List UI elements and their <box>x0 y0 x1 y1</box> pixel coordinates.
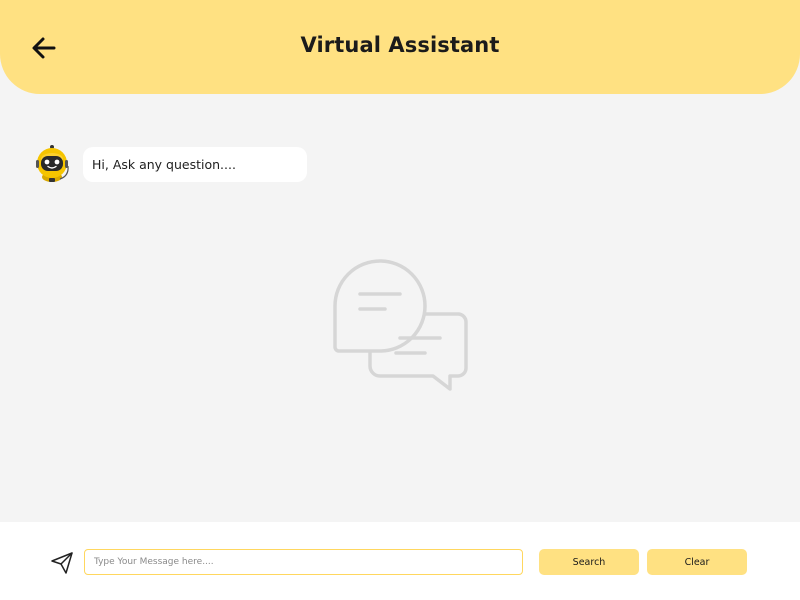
header: Virtual Assistant <box>0 0 800 94</box>
bot-message-bubble: Hi, Ask any question.... <box>83 147 307 182</box>
search-button[interactable]: Search <box>539 549 639 575</box>
bot-avatar <box>32 144 72 184</box>
clear-button[interactable]: Clear <box>647 549 747 575</box>
virtual-assistant-app: Virtual Assistant Hi, Ask any question..… <box>0 0 800 600</box>
chat-bubbles-icon <box>333 259 468 391</box>
paper-plane-icon <box>51 552 73 574</box>
send-button[interactable] <box>50 551 74 575</box>
page-title: Virtual Assistant <box>300 33 500 57</box>
empty-state-illustration <box>330 256 472 394</box>
composer-bar: Search Clear <box>0 522 800 600</box>
message-input[interactable] <box>84 549 523 575</box>
robot-icon <box>36 145 69 182</box>
chat-area: Hi, Ask any question.... <box>0 94 800 522</box>
